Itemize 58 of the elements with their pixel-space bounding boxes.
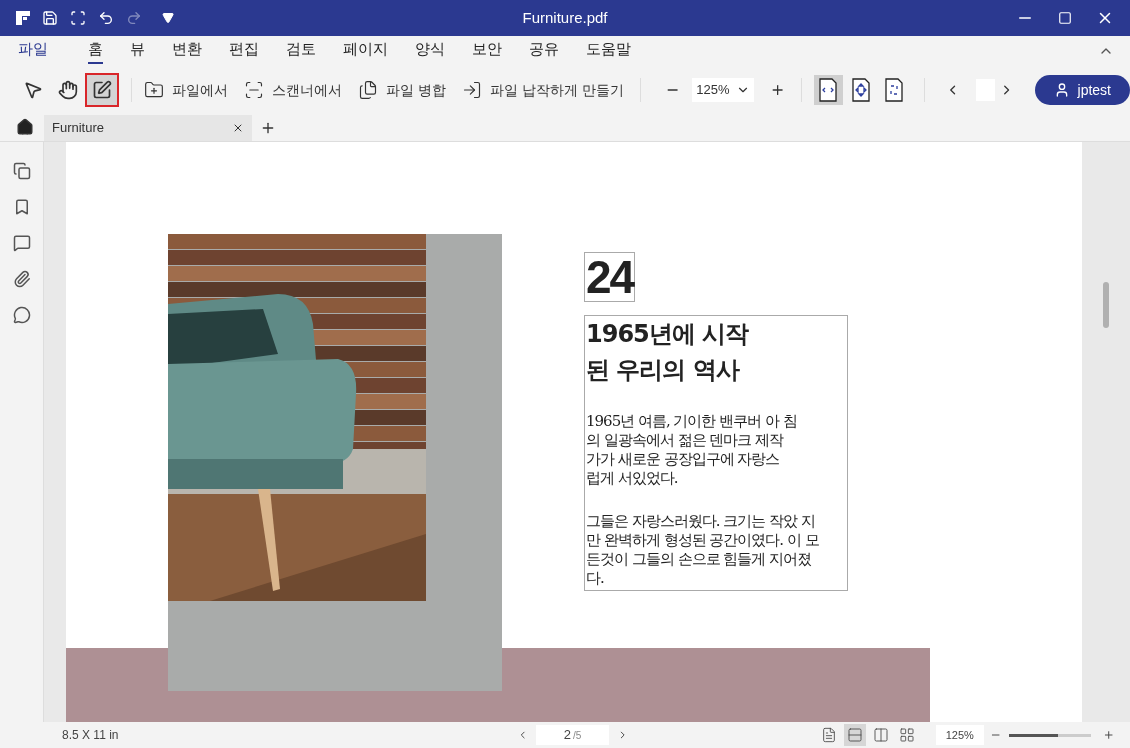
body-paragraph: 1965년 여름, 기이한 밴쿠버 아 침 의 일광속에서 젊은 덴마크 제작 가가 새로운 공장입구에 자랑스 럽게 서있었다. xyxy=(586,412,798,488)
page-fit-icon xyxy=(818,78,839,102)
grid-view-icon xyxy=(899,727,915,743)
window-title: Furniture.pdf xyxy=(522,7,608,28)
attachment-icon[interactable] xyxy=(12,270,31,288)
menu-tab[interactable]: 편집 xyxy=(229,37,259,65)
edit-icon xyxy=(92,80,113,100)
heading: 1965년에 시작 된 우리의 역사 xyxy=(586,319,750,386)
user-button[interactable]: jptest xyxy=(1034,75,1130,105)
folder-icon xyxy=(144,80,165,100)
single-view-icon xyxy=(821,727,837,743)
zoom-dropdown[interactable]: 125% xyxy=(692,78,754,102)
total-pages: /5 xyxy=(572,728,582,743)
menu-tab[interactable]: 도움말 xyxy=(586,37,631,65)
select-icon xyxy=(23,80,44,100)
merge-icon xyxy=(358,80,379,100)
home-icon[interactable] xyxy=(16,118,34,136)
toolbar-button[interactable]: 파일 병합 xyxy=(358,79,447,101)
continuous-view-icon xyxy=(847,727,863,743)
facing-view-icon xyxy=(873,727,889,743)
page-number: 24 xyxy=(584,252,636,302)
close-tab-icon[interactable] xyxy=(232,122,244,134)
menu-tab[interactable]: 뷰 xyxy=(130,37,145,65)
zoom-field[interactable]: 125% xyxy=(936,725,984,745)
menu-tab[interactable]: 공유 xyxy=(529,37,559,65)
toolbar-button[interactable]: 파일 납작하게 만들기 xyxy=(462,79,624,101)
pages-icon[interactable] xyxy=(12,162,31,180)
dropdown-icon[interactable] xyxy=(162,12,174,24)
menu-tab[interactable]: 양식 xyxy=(415,37,445,65)
menu-tab[interactable]: 보안 xyxy=(472,37,502,65)
page-fit-icon xyxy=(883,78,904,102)
scan-icon[interactable] xyxy=(70,10,86,26)
menu-tab[interactable]: 홈 xyxy=(88,37,103,65)
new-tab-icon[interactable] xyxy=(260,120,276,136)
scrollbar-thumb[interactable] xyxy=(1103,282,1109,328)
undo-icon[interactable] xyxy=(98,10,114,26)
body-paragraph: 그들은 자랑스러웠다. 크기는 작았 지 만 완벽하게 형성된 공간이였다. 이 모 든것이 그들의 손으로 힘들게 지어졌 다. xyxy=(586,512,820,588)
document-tab[interactable]: Furniture xyxy=(44,115,252,141)
menu-tab[interactable]: 파일 xyxy=(18,37,48,65)
current-page: 2 xyxy=(563,726,571,745)
save-icon[interactable] xyxy=(42,10,58,26)
menu-tab[interactable]: 검토 xyxy=(286,37,316,65)
zoom-slider[interactable] xyxy=(1008,733,1091,737)
view-mode-button[interactable] xyxy=(844,724,866,746)
page-size-label: 8.5 X 11 in xyxy=(62,727,120,744)
edit-tool-button[interactable] xyxy=(84,73,120,107)
fit-mode-button[interactable] xyxy=(813,75,843,105)
app-logo-icon xyxy=(16,11,30,25)
menu-tab[interactable]: 변환 xyxy=(172,37,202,65)
page-fit-icon xyxy=(850,78,871,102)
hand-icon xyxy=(57,80,78,100)
comment-icon[interactable] xyxy=(12,234,31,252)
maximize-icon[interactable] xyxy=(1058,11,1072,25)
toolbar-button[interactable]: 스캔너에서 xyxy=(244,79,343,101)
menu-tab[interactable]: 페이지 xyxy=(343,37,388,65)
page-number-field[interactable]: 2/5 xyxy=(536,725,609,745)
scanner-icon xyxy=(244,80,265,100)
toolbar-button[interactable]: 파일에서 xyxy=(144,79,229,101)
